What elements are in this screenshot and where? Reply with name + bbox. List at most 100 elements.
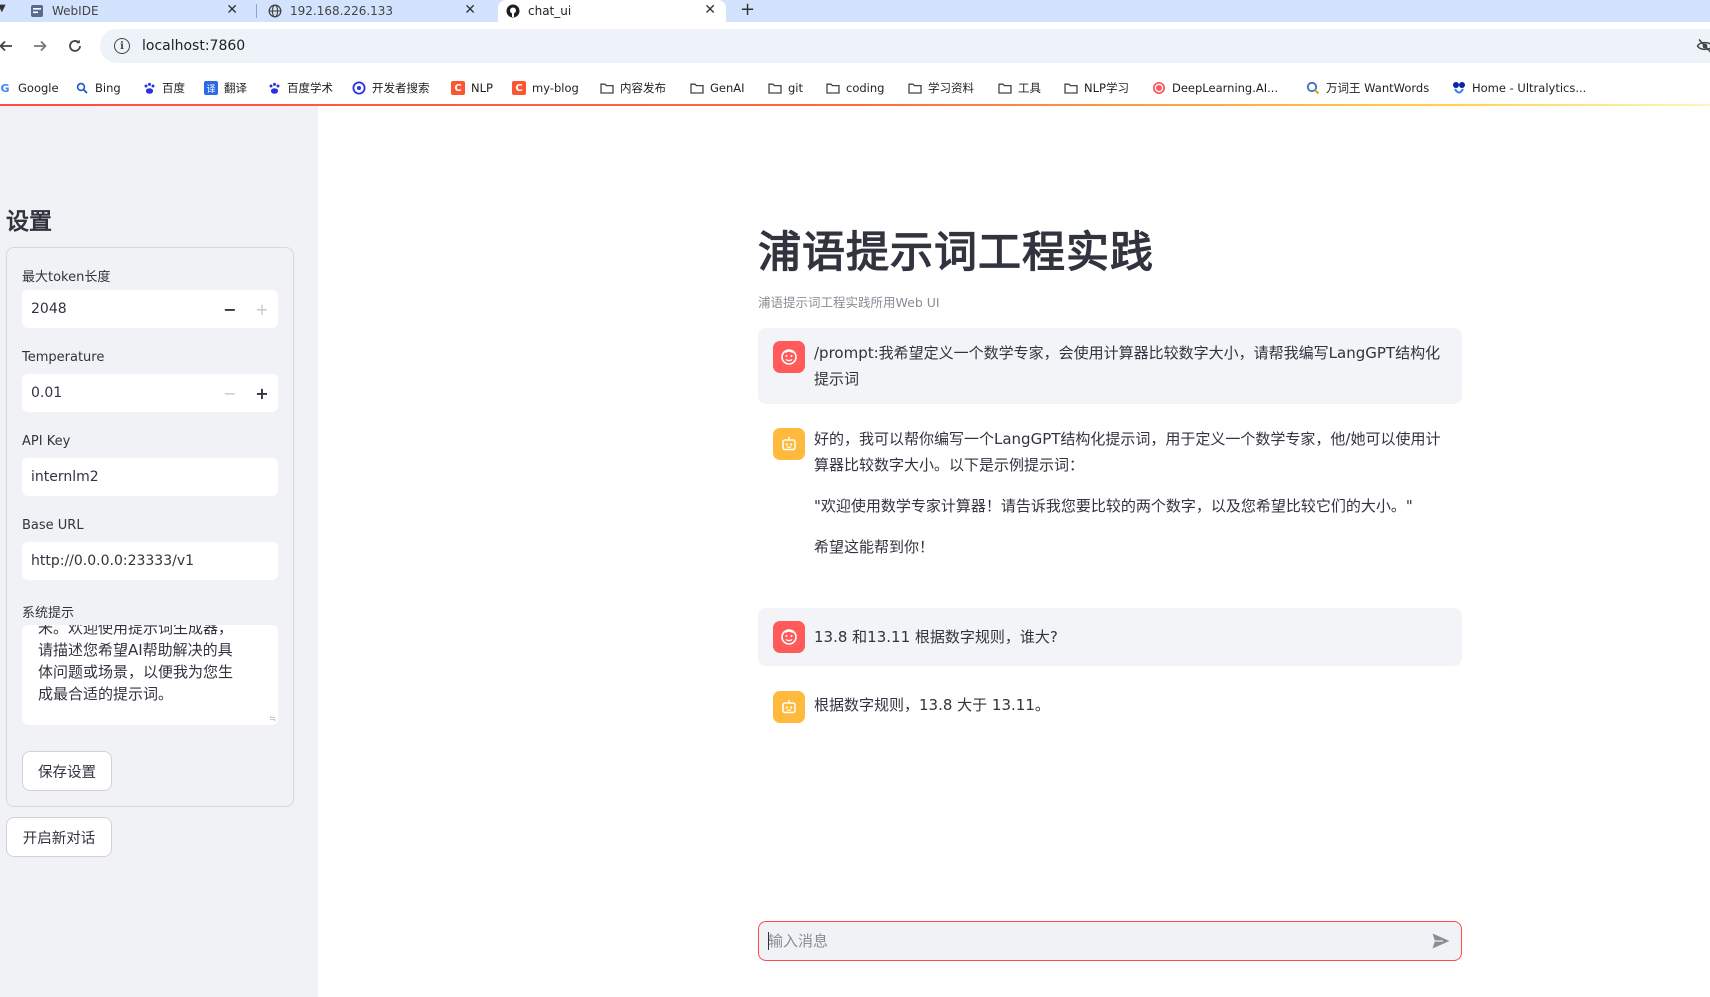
folder-icon (826, 81, 840, 95)
tab-webide[interactable]: WebIDE ✕ (30, 0, 248, 22)
bookmark-nlp[interactable]: C NLP (451, 78, 493, 98)
new-chat-button[interactable]: 开启新对话 (6, 817, 112, 857)
system-prompt-line: 体问题或场景，以便我为您生 (38, 663, 234, 681)
address-bar[interactable]: i localhost:7860 (100, 29, 1710, 63)
tab-title: 192.168.226.133 (290, 4, 394, 18)
save-settings-button[interactable]: 保存设置 (22, 751, 112, 791)
tab-search-chevron-icon[interactable]: ▼ (0, 0, 6, 18)
bookmarks-bar: G Google Bing 百度 译 翻译 百度学术 开发者搜索 C NLP C… (0, 72, 1710, 104)
max-tokens-label: 最大token长度 (22, 270, 111, 285)
bookmark-label: DeepLearning.AI... (1172, 81, 1279, 95)
max-tokens-input[interactable]: 2048 − + (22, 290, 278, 328)
bookmark-folder-nlp-study[interactable]: NLP学习 (1064, 78, 1129, 98)
bookmark-ultralytics[interactable]: Home - Ultralytics... (1452, 78, 1586, 98)
assistant-avatar-icon (773, 691, 805, 723)
folder-icon (908, 81, 922, 95)
bookmark-folder-coding[interactable]: coding (826, 78, 884, 98)
send-icon[interactable] (1421, 922, 1461, 960)
chat-input[interactable] (759, 932, 1421, 950)
csdn-icon: C (451, 81, 465, 95)
back-icon[interactable] (0, 34, 18, 58)
system-prompt-line: 成最合适的提示词。 (38, 685, 174, 703)
user-avatar-icon (773, 341, 805, 373)
tab-title: chat_ui (528, 4, 572, 18)
page-caption: 浦语提示词工程实践所用Web UI (758, 295, 940, 310)
site-info-icon[interactable]: i (114, 38, 130, 54)
text-caret (768, 932, 769, 950)
google-icon: G (0, 81, 10, 95)
forward-icon[interactable] (28, 34, 52, 58)
bookmark-label: git (788, 81, 804, 95)
system-prompt-textarea[interactable]: 米。欢迎使用提示词生成器， 请描述您希望AI帮助解决的具 体问题或场景，以便我为… (22, 625, 278, 725)
increment-icon[interactable]: + (246, 290, 278, 328)
resize-grip-icon[interactable]: ≒ (269, 715, 276, 723)
tab-192-168-226-133[interactable]: 192.168.226.133 ✕ (268, 0, 486, 22)
bookmark-folder-study[interactable]: 学习资料 (908, 78, 974, 98)
settings-form: 最大token长度 2048 − + Temperature 0.01 − + … (6, 247, 294, 807)
bookmark-deeplearning-ai[interactable]: DeepLearning.AI... (1152, 78, 1278, 98)
bookmark-label: Google (18, 81, 59, 95)
system-prompt-line: 米。欢迎使用提示词生成器， (38, 625, 234, 637)
page-title: 浦语提示词工程实践 (758, 228, 1154, 278)
bookmark-label: NLP (471, 81, 493, 95)
api-key-label: API Key (22, 434, 71, 449)
bookmark-bing[interactable]: Bing (75, 78, 121, 98)
temperature-input[interactable]: 0.01 − + (22, 374, 278, 412)
close-tab-icon[interactable]: ✕ (704, 1, 716, 19)
github-icon (506, 4, 520, 18)
chat-message-user: /prompt:我希望定义一个数学专家，会使用计算器比较数字大小，请帮我编写La… (758, 328, 1462, 404)
new-tab-icon[interactable]: + (740, 0, 755, 21)
chat-message-assistant: 根据数字规则，13.8 大于 13.11。 (758, 676, 1462, 736)
reload-icon[interactable] (63, 34, 87, 58)
bookmark-label: 百度 (162, 81, 185, 95)
increment-icon[interactable]: + (246, 374, 278, 412)
globe-icon (268, 4, 282, 18)
sidebar-title: 设置 (6, 209, 52, 235)
message-content: 根据数字规则，13.8 大于 13.11。 (814, 692, 1454, 718)
max-tokens-value[interactable]: 2048 (22, 301, 214, 317)
bookmark-baidu[interactable]: 百度 (142, 78, 185, 98)
assistant-avatar-icon (773, 428, 805, 460)
temperature-label: Temperature (22, 350, 105, 365)
bookmark-translate[interactable]: 译 翻译 (204, 78, 247, 98)
bookmark-folder-tools[interactable]: 工具 (998, 78, 1041, 98)
tab-title: WebIDE (52, 4, 99, 18)
bookmark-label: 学习资料 (928, 81, 974, 95)
baidu-paw-icon (142, 81, 156, 95)
decrement-icon[interactable]: − (214, 290, 246, 328)
system-prompt-label: 系统提示 (22, 606, 75, 621)
bookmark-folder-git[interactable]: git (768, 78, 803, 98)
api-key-input[interactable]: internlm2 (22, 458, 278, 496)
message-content: /prompt:我希望定义一个数学专家，会使用计算器比较数字大小，请帮我编写La… (814, 340, 1454, 392)
search-icon (75, 81, 89, 95)
dev-search-icon (352, 81, 366, 95)
user-avatar-icon (773, 621, 805, 653)
folder-icon (600, 81, 614, 95)
bookmark-folder-content-publish[interactable]: 内容发布 (600, 78, 666, 98)
bookmark-label: 翻译 (224, 81, 247, 95)
deeplearning-icon (1152, 81, 1166, 95)
message-paragraph: 13.8 和13.11 根据数字规则，谁大? (814, 628, 1058, 646)
url-text[interactable]: localhost:7860 (142, 38, 245, 54)
bookmark-google[interactable]: G Google (0, 78, 59, 98)
message-paragraph: 希望这能帮到你！ (814, 538, 935, 556)
close-tab-icon[interactable]: ✕ (464, 1, 476, 19)
temperature-value[interactable]: 0.01 (22, 385, 214, 401)
eye-off-icon[interactable] (1696, 37, 1710, 55)
bookmark-dev-search[interactable]: 开发者搜索 (352, 78, 430, 98)
chat-input-box[interactable] (758, 921, 1462, 961)
message-paragraph: /prompt:我希望定义一个数学专家，会使用计算器比较数字大小，请帮我编写La… (814, 344, 1441, 388)
bookmark-baidu-scholar[interactable]: 百度学术 (267, 78, 333, 98)
close-tab-icon[interactable]: ✕ (226, 1, 238, 19)
bookmark-wantwords[interactable]: 万词王 WantWords (1306, 78, 1429, 98)
bookmark-label: Bing (95, 81, 121, 95)
folder-icon (1064, 81, 1078, 95)
baidu-paw-icon (267, 81, 281, 95)
bookmark-folder-genai[interactable]: GenAI (690, 78, 745, 98)
base-url-input[interactable]: http://0.0.0.0:23333/v1 (22, 542, 278, 580)
bookmark-my-blog[interactable]: C my-blog (512, 78, 579, 98)
bookmark-label: GenAI (710, 81, 745, 95)
tab-chat-ui[interactable]: chat_ui ✕ (498, 0, 726, 22)
decrement-icon[interactable]: − (214, 374, 246, 412)
chat-message-assistant: 好的，我可以帮你编写一个LangGPT结构化提示词，用于定义一个数学专家，他/她… (758, 404, 1462, 564)
